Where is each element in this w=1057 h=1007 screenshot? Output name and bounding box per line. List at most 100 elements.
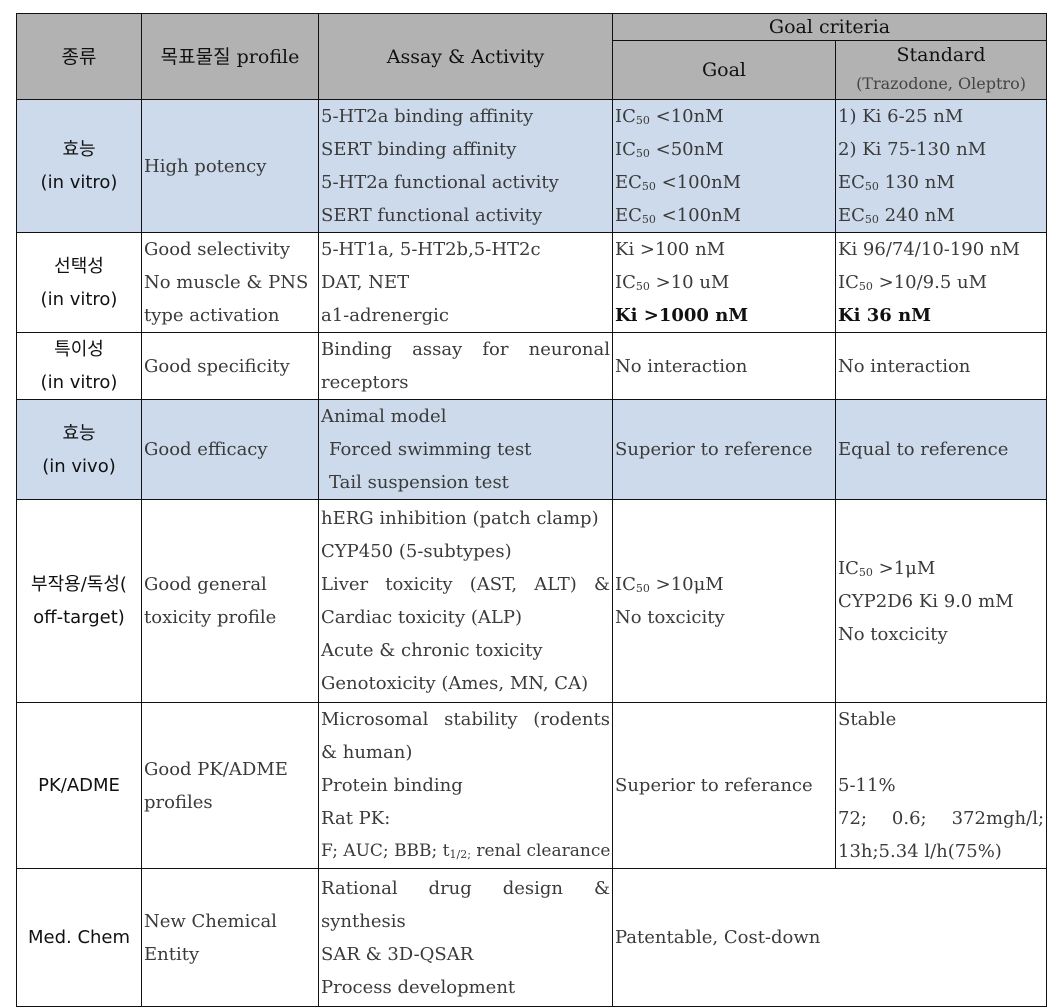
standard-cell: 1) Ki 6-25 nM 2) Ki 75-130 nM EC50 130 nM E… — [834, 99, 1048, 233]
goal-line: IC50 >10 uM — [615, 272, 730, 293]
profile-line: toxicity profile — [144, 607, 277, 628]
standard-line: IC50 >1μM — [838, 557, 936, 579]
assay-cell: Rational drug design & synthesis SAR & 3… — [318, 868, 613, 1007]
goal-line: Superior to referance — [615, 775, 813, 796]
standard-line: 2) Ki 75-130 nM — [838, 139, 987, 160]
goal-line: No interaction — [615, 355, 748, 377]
assay-line: Process development — [321, 976, 516, 998]
subscript: 50 — [635, 280, 650, 293]
standard-line: Equal to reference — [838, 439, 1009, 460]
standard-cell: Equal to reference — [834, 399, 1048, 500]
header-category: 종류 — [16, 13, 142, 100]
table-row-selectivity: 선택성 (in vitro) Good selectivity No muscl… — [16, 232, 1048, 333]
profile-cell: Good efficacy — [141, 399, 319, 500]
goal-cell: Ki >100 nM IC50 >10 uM Ki >1000 nM — [612, 232, 836, 333]
category-line: (in vitro) — [40, 372, 118, 393]
category-cell: 효능 (in vivo) — [16, 399, 142, 500]
assay-cell: Microsomal stability (rodents & human) P… — [318, 702, 613, 869]
profile-line: Good general — [144, 574, 267, 595]
goal-line: IC50 >10μM — [615, 574, 724, 595]
subscript: 50 — [635, 114, 650, 127]
category-line: 부작용/독성( — [31, 574, 127, 595]
standard-line: 72; 0.6; 372mgh/l; — [838, 808, 1045, 829]
goal-line: Patentable, Cost-down — [615, 927, 821, 948]
goal-line: IC50 <50nM — [615, 139, 724, 160]
assay-cell: 5-HT1a, 5-HT2b,5-HT2c DAT, NET a1-adrene… — [318, 232, 613, 333]
standard-line: Stable — [838, 709, 897, 730]
subscript: 50 — [864, 180, 879, 193]
goal-merged-cell: Patentable, Cost-down — [611, 868, 1048, 1007]
standard-line: 1) Ki 6-25 nM — [838, 106, 964, 127]
subscript: 50 — [635, 582, 650, 595]
subscript: 50 — [641, 213, 656, 226]
assay-cell: Animal model Forced swimming test Tail s… — [318, 399, 613, 500]
assay-line: SERT functional activity — [321, 205, 543, 226]
assay-line: Protein binding — [321, 775, 463, 796]
profile-cell: High potency — [141, 99, 319, 233]
standard-line: No interaction — [838, 355, 971, 377]
subscript: 1/2; — [449, 848, 471, 861]
header-row: 종류 목표물질 profile Assay & Activity Goal cr… — [16, 13, 1048, 100]
assay-cell: 5-HT2a binding affinity SERT binding aff… — [318, 99, 613, 233]
assay-line: Genotoxicity (Ames, MN, CA) — [321, 673, 589, 694]
assay-line: Animal model — [321, 406, 447, 427]
table-row-potency-in-vitro: 효능 (in vitro) High potency 5-HT2a bindin… — [16, 99, 1048, 233]
header-profile: 목표물질 profile — [141, 13, 319, 100]
assay-line: Microsomal stability (rodents — [321, 709, 610, 730]
assay-line: hERG inhibition (patch clamp) — [321, 508, 599, 529]
profile-line: No muscle & PNS — [144, 272, 309, 293]
header-standard: Standard (Trazodone, Oleptro) — [834, 40, 1048, 100]
assay-line: 5-HT2a binding affinity — [321, 106, 534, 127]
category-line: Med. Chem — [27, 927, 131, 948]
assay-cell: Binding assay for neuronal receptors — [318, 332, 613, 400]
standard-line: No toxcicity — [838, 623, 948, 645]
goal-cell: No interaction — [612, 332, 836, 400]
table-row-med-chem: Med. Chem New Chemical Entity Rational d… — [16, 868, 1048, 1007]
standard-line: 5-11% — [838, 775, 896, 796]
standard-cell: IC50 >1μM CYP2D6 Ki 9.0 mM No toxcicity — [834, 499, 1048, 703]
goal-criteria-table: 종류 목표물질 profile Assay & Activity Goal cr… — [16, 13, 1048, 1007]
category-line: 효능 — [62, 139, 96, 160]
standard-cell: Stable 5-11% 72; 0.6; 372mgh/l; 13h;5.34 l… — [834, 702, 1048, 869]
standard-cell: No interaction — [834, 332, 1048, 400]
assay-line: 5-HT2a functional activity — [321, 172, 559, 193]
subscript: 50 — [864, 213, 879, 226]
category-line: 특이성 — [54, 339, 104, 360]
profile-line: type activation — [144, 305, 280, 326]
profile-cell: Good PK/ADME profiles — [141, 702, 319, 869]
category-cell: PK/ADME — [16, 702, 142, 869]
goal-line: No toxcicity — [615, 607, 725, 628]
profile-line: Good specificity — [144, 355, 290, 377]
standard-line: IC50 >10/9.5 uM — [838, 272, 988, 293]
assay-line: Liver toxicity (AST, ALT) & — [321, 574, 610, 595]
assay-cell: hERG inhibition (patch clamp) CYP450 (5-… — [318, 499, 613, 703]
table-row-pk-adme: PK/ADME Good PK/ADME profiles Microsomal… — [16, 702, 1048, 869]
standard-line: Ki 96/74/10-190 nM — [838, 239, 1020, 260]
goal-line: EC50 <100nM — [615, 172, 742, 193]
assay-line: 5-HT1a, 5-HT2b,5-HT2c — [321, 239, 541, 260]
category-line: (in vitro) — [40, 288, 118, 310]
subscript: 50 — [635, 147, 650, 160]
standard-line: EC50 130 nM — [838, 172, 955, 193]
table-row-toxicity: 부작용/독성( off-target) Good general toxicit… — [16, 499, 1048, 703]
assay-line: Rat PK: — [321, 808, 391, 829]
category-line: 효능 — [62, 422, 96, 444]
header-standard-reference: (Trazodone, Oleptro) — [856, 74, 1026, 93]
category-cell: 선택성 (in vitro) — [16, 232, 142, 333]
assay-line: Acute & chronic toxicity — [321, 640, 543, 661]
goal-cell: IC50 <10nM IC50 <50nM EC50 <100nM EC50 <100… — [612, 99, 836, 233]
assay-line: Binding assay for neuronal — [321, 339, 610, 360]
header-goal: Goal — [612, 40, 836, 100]
assay-line: Tail suspension test — [329, 472, 509, 493]
assay-line: Forced swimming test — [329, 439, 532, 460]
goal-line: Superior to reference — [615, 439, 813, 460]
header-goal-criteria: Goal criteria — [611, 13, 1048, 41]
profile-cell: Good selectivity No muscle & PNS type ac… — [141, 232, 319, 333]
category-line: 선택성 — [54, 255, 104, 277]
profile-line: High potency — [144, 155, 267, 177]
category-line: (in vitro) — [40, 172, 118, 193]
subscript: 50 — [858, 280, 873, 293]
profile-cell: New Chemical Entity — [141, 868, 319, 1007]
goal-line: Ki >100 nM — [615, 239, 726, 260]
header-assay: Assay & Activity — [318, 13, 613, 100]
